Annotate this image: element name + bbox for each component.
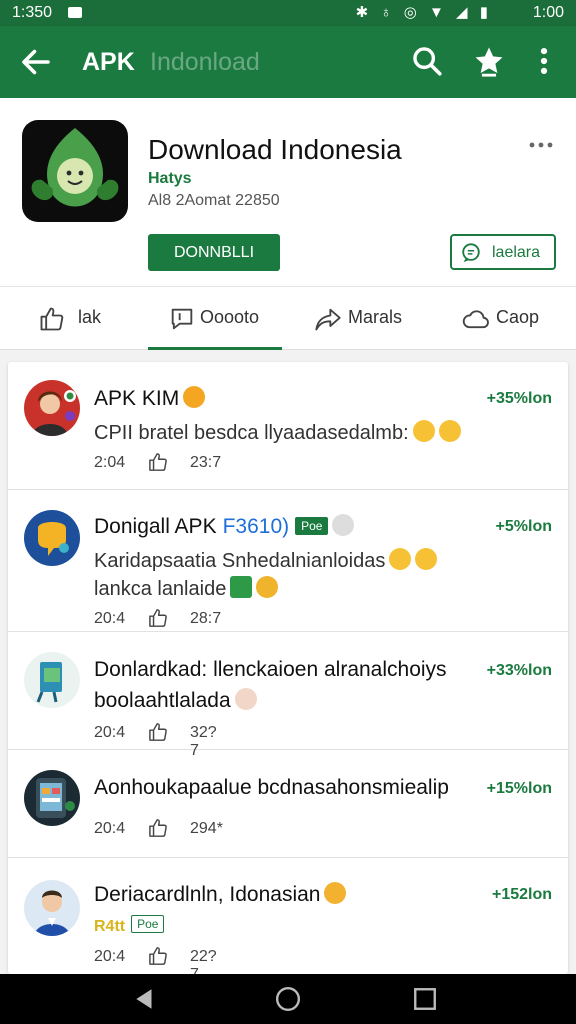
notification-icon [68, 7, 82, 18]
item-badge: Poe [131, 915, 165, 933]
smiling-cat-emoji-icon [415, 548, 438, 570]
comment-action[interactable]: Ooooto [168, 287, 278, 351]
app-bar: APK Indonload [0, 26, 576, 98]
percent-change: +5%lon [495, 518, 552, 535]
item-badge: Poe [295, 517, 329, 535]
status-bar: 1:350 ✱ ♁ ◎ ▼ ◢ ▮ 1:00 [0, 0, 576, 26]
wishlist-star-icon[interactable] [472, 44, 506, 78]
save-label: Caop [496, 307, 540, 327]
ask-button-label: laelara [492, 244, 541, 261]
item-tag: F3610) [222, 515, 290, 538]
item-like-count: 23:7 [190, 454, 222, 471]
avatar [24, 510, 80, 566]
overflow-menu-icon[interactable] [530, 44, 558, 78]
crying-emoji-icon [324, 882, 347, 904]
smiling-cat-emoji-icon [438, 420, 461, 442]
item-title: Donlardkad: llenckaioen alranalchoiys [94, 658, 447, 681]
install-button[interactable]: DONNBLLI [148, 234, 280, 271]
avatar [24, 652, 80, 708]
thumbs-up-icon[interactable] [148, 818, 170, 838]
emoji-icon [234, 688, 257, 710]
avatar [24, 380, 80, 436]
action-row: lak Ooooto Marals Caop [0, 286, 576, 350]
item-text: boolaahtlalada [94, 688, 257, 713]
more-options-icon[interactable] [526, 138, 556, 152]
green-emoji-icon [230, 576, 253, 598]
item-stat: 20:4 [94, 724, 126, 741]
item-tags: R4tt Poe [94, 914, 165, 937]
percent-change: +35%lon [486, 390, 552, 407]
recents-square-icon[interactable] [412, 986, 438, 1012]
item-title: Donigall APK F3610) Poe [94, 514, 355, 539]
app-bar-subtitle: Indonload [150, 48, 260, 76]
active-tab-indicator [148, 347, 282, 350]
avatar [24, 770, 80, 826]
status-time: 1:350 [12, 4, 53, 21]
app-header: Download Indonesia Hatys Al8 2Aomat 2285… [0, 98, 576, 286]
item-title: Aonhoukapaalue bcdnasahonsmiealip [94, 776, 449, 799]
item-text: lankca lanlaide [94, 576, 279, 601]
item-stat: 20:4 [94, 610, 126, 627]
cloud-icon [462, 310, 489, 329]
like-action[interactable]: lak [38, 287, 128, 351]
item-stat: 20:4 [94, 948, 126, 965]
emoji-icon [256, 576, 279, 598]
percent-change: +152lon [491, 886, 552, 903]
smiling-cat-emoji-icon [412, 420, 435, 442]
thumbs-up-icon[interactable] [148, 452, 170, 472]
search-icon[interactable] [410, 44, 444, 78]
comment-label: Ooooto [200, 307, 260, 327]
thumbs-up-icon[interactable] [148, 722, 170, 742]
developer-name[interactable]: Hatys [148, 170, 192, 188]
thumbs-up-icon [40, 307, 64, 331]
home-circle-icon[interactable] [275, 986, 301, 1012]
item-like-count: 28:7 [190, 610, 222, 627]
item-text: CPII bratel besdca llyaadasedalmb: [94, 420, 461, 445]
like-label: lak [78, 307, 102, 327]
share-label: Marals [348, 307, 403, 327]
item-stat: 20:4 [94, 820, 126, 837]
list-item[interactable]: Donlardkad: llenckaioen alranalchoiys bo… [8, 632, 568, 759]
avatar [24, 880, 80, 936]
app-logo [22, 120, 128, 222]
list-item[interactable]: APK KIM CPII bratel besdca llyaadasedalm… [8, 362, 568, 490]
list-item[interactable]: Aonhoukapaalue bcdnasahonsmiealip +15%lo… [8, 750, 568, 858]
app-meta: Al8 2Aomat 22850 [148, 192, 280, 209]
save-action[interactable]: Caop [462, 287, 552, 351]
emoji-icon [332, 514, 355, 536]
item-tag: R4tt [94, 918, 126, 935]
comment-icon [171, 308, 193, 330]
list-item[interactable]: Donigall APK F3610) Poe Karidapsaatia Snhe… [8, 490, 568, 632]
percent-change: +33%lon [486, 662, 552, 679]
share-icon [315, 308, 341, 331]
ask-button[interactable]: laelara [450, 234, 556, 270]
smiling-cat-emoji-icon [389, 548, 412, 570]
emoji-icon [183, 386, 206, 408]
chat-bubble-icon [462, 243, 480, 263]
app-name: Download Indonesia [148, 134, 402, 165]
list-item[interactable]: Deriacardlnln, Idonasian R4tt Poe +152lon… [8, 858, 568, 974]
back-triangle-icon[interactable] [132, 986, 158, 1012]
activity-feed: APK KIM CPII bratel besdca llyaadasedalm… [8, 362, 568, 974]
app-bar-title: APK [82, 48, 135, 76]
status-clock: 1:00 [532, 4, 564, 21]
item-title: Deriacardlnln, Idonasian [94, 882, 347, 907]
back-arrow-icon[interactable] [18, 44, 54, 80]
item-like-count: 294* [190, 820, 223, 837]
thumbs-up-icon[interactable] [148, 608, 170, 628]
system-nav-bar [0, 974, 576, 1024]
item-title: APK KIM [94, 386, 206, 411]
share-action[interactable]: Marals [314, 287, 414, 351]
item-stat: 2:04 [94, 454, 126, 471]
item-text: Karidapsaatia Snhedalnianloidas [94, 548, 438, 573]
system-status-icons: ✱ ♁ ◎ ▼ ◢ ▮ [355, 4, 492, 21]
item-like-count: 22?7 [190, 948, 217, 974]
thumbs-up-icon[interactable] [148, 946, 170, 966]
percent-change: +15%lon [486, 780, 552, 797]
